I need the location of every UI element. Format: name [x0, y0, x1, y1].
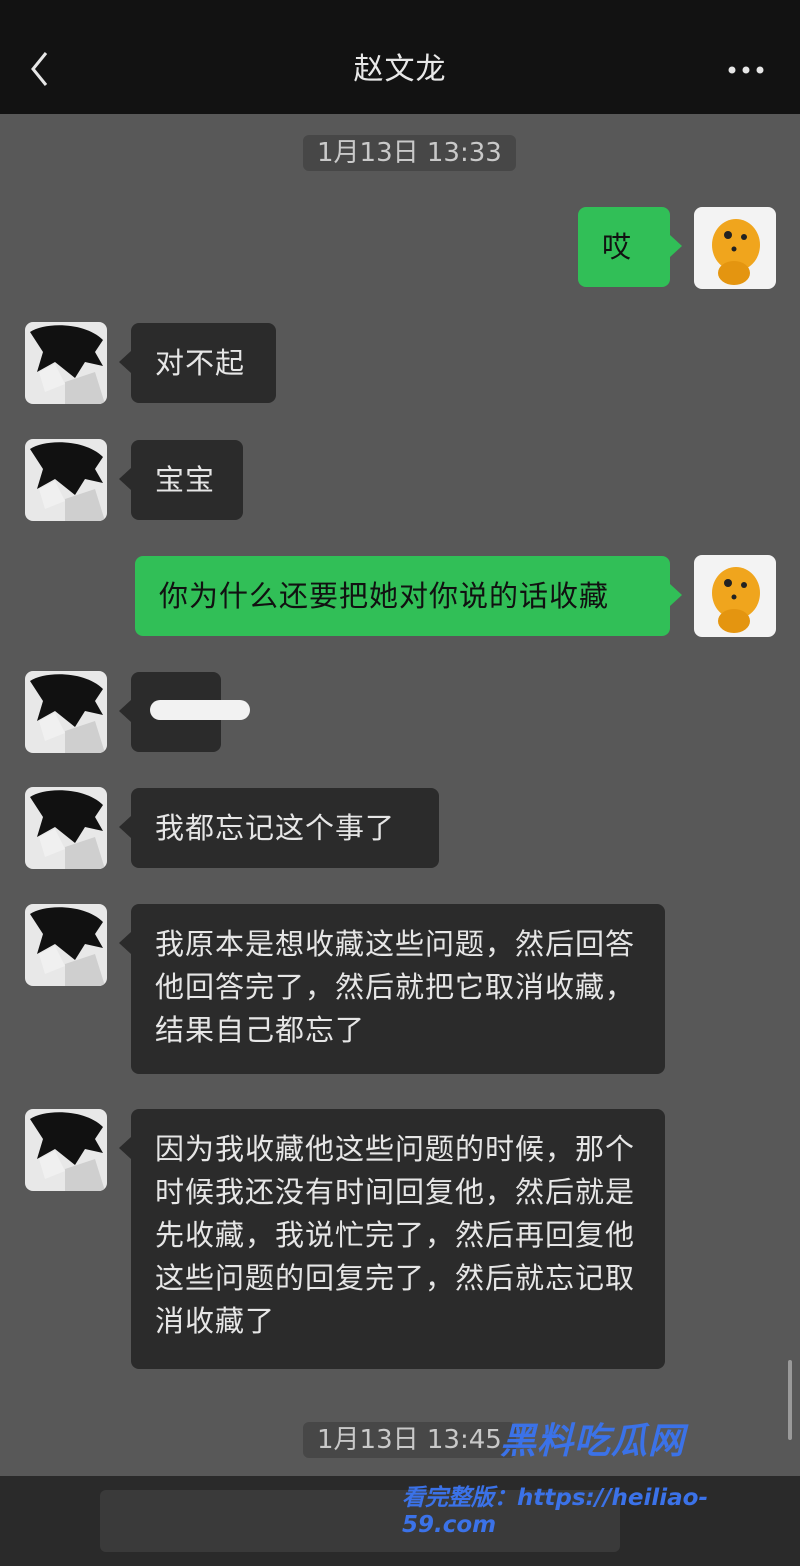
- message-bubble-incoming[interactable]: 我都忘记这个事了: [119, 788, 439, 868]
- anime-avatar-icon: [25, 671, 107, 753]
- contact-avatar[interactable]: [25, 322, 107, 404]
- navigation-bar: 赵文龙: [0, 0, 800, 114]
- cartoon-avatar-icon: [694, 555, 776, 637]
- contact-avatar[interactable]: [25, 787, 107, 869]
- timestamp: 1月13日 13:33: [303, 135, 516, 171]
- contact-avatar[interactable]: [25, 671, 107, 753]
- anime-avatar-icon: [25, 322, 107, 404]
- message-bubble-incoming[interactable]: 宝宝: [119, 440, 243, 520]
- anime-avatar-icon: [25, 439, 107, 521]
- contact-avatar[interactable]: [25, 1109, 107, 1191]
- my-avatar[interactable]: [694, 207, 776, 289]
- message-bubble-incoming[interactable]: 我原本是想收藏这些问题，然后回答他回答完了，然后就把它取消收藏，结果自己都忘了: [119, 904, 665, 1074]
- message-bubble-outgoing[interactable]: 哎: [578, 207, 682, 287]
- anime-avatar-icon: [25, 904, 107, 986]
- more-dots-icon[interactable]: [726, 55, 766, 85]
- contact-avatar[interactable]: [25, 904, 107, 986]
- message-bubble-incoming[interactable]: 因为我收藏他这些问题的时候，那个时候我还没有时间回复他，然后就是先收藏，我说忙完…: [119, 1109, 665, 1369]
- timestamp: 1月13日 13:45: [303, 1422, 516, 1458]
- anime-avatar-icon: [25, 787, 107, 869]
- my-avatar[interactable]: [694, 555, 776, 637]
- chat-title: 赵文龙: [353, 52, 447, 87]
- anime-avatar-icon: [25, 1109, 107, 1191]
- contact-avatar[interactable]: [25, 439, 107, 521]
- watermark-link: 看完整版：https://heiliao-59.com: [402, 1485, 709, 1538]
- cartoon-avatar-icon: [694, 207, 776, 289]
- message-bubble-outgoing[interactable]: 你为什么还要把她对你说的话收藏: [135, 556, 682, 636]
- redaction-mark: [150, 700, 250, 720]
- watermark-logo: 黑料吃瓜网: [500, 1421, 686, 1462]
- scrollbar[interactable]: [788, 1360, 792, 1440]
- message-bubble-incoming[interactable]: 对不起: [119, 323, 276, 403]
